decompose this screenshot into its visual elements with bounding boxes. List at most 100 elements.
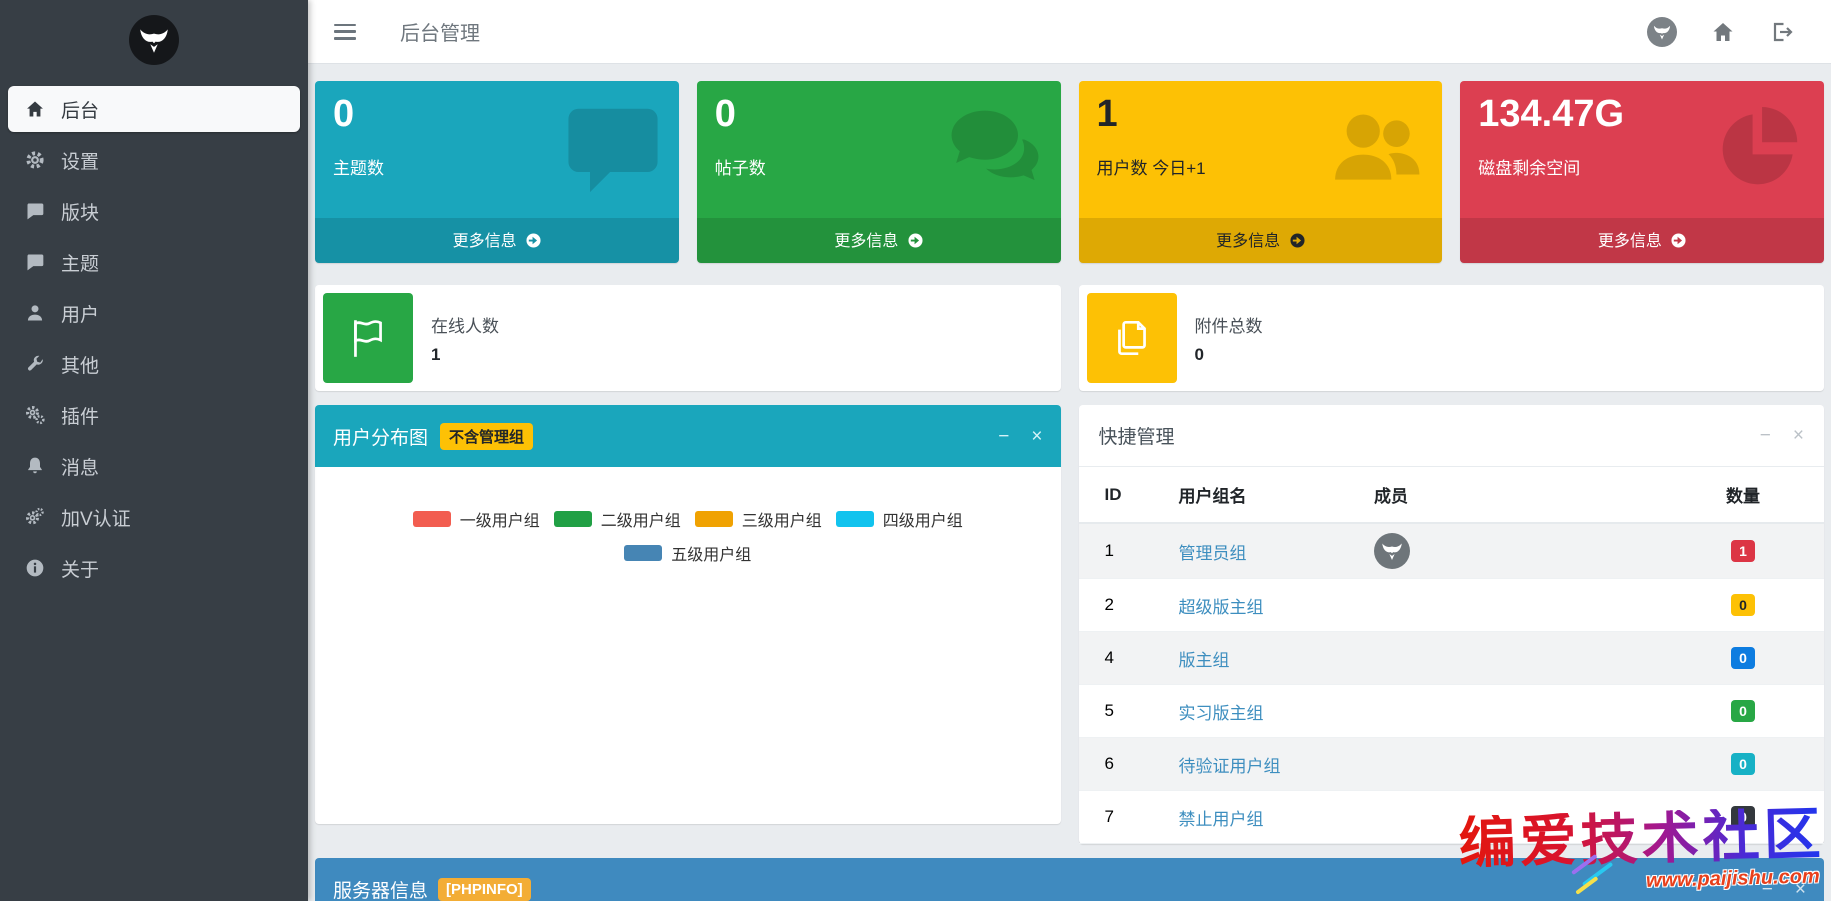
chart-legend-row: 一级用户组 二级用户组 三级用户组 四级用户组	[315, 507, 1061, 531]
minimize-icon[interactable]: −	[998, 427, 1009, 446]
gears-icon	[22, 506, 48, 528]
close-icon[interactable]: ×	[1793, 426, 1804, 445]
legend-item[interactable]: 一级用户组	[412, 507, 540, 531]
legend-item[interactable]: 二级用户组	[553, 507, 681, 531]
user-groups-table: ID 用户组名 成员 数量 1 管理员组 1 2 超级版主组 0 4 版主组 0…	[1078, 467, 1824, 844]
close-icon[interactable]: ×	[1031, 427, 1042, 446]
wrench-icon	[22, 353, 48, 375]
sidebar-item-settings[interactable]: 设置	[8, 137, 300, 183]
sidebar-item-topics[interactable]: 主题	[8, 239, 300, 285]
table-row: 2 超级版主组 0	[1078, 578, 1824, 632]
sign-out-icon[interactable]	[1769, 20, 1793, 44]
sidebar-item-users[interactable]: 用户	[8, 290, 300, 336]
info-box-row: 在线人数 1 附件总数 0	[315, 285, 1824, 391]
column-header-id: ID	[1078, 467, 1169, 524]
pie-chart-area: 一级用户组 二级用户组 三级用户组 四级用户组 五级用户组	[315, 467, 1061, 565]
users-icon	[1330, 103, 1422, 200]
home-icon[interactable]	[1711, 20, 1735, 44]
sidebar-item-label: 关于	[61, 559, 100, 581]
arrow-circle-icon	[1671, 233, 1686, 253]
stat-box-posts: 0 帖子数 更多信息	[696, 81, 1061, 263]
sidebar-item-other[interactable]: 其他	[8, 341, 300, 387]
group-link[interactable]: 版主组	[1179, 651, 1230, 670]
sidebar-item-dashboard[interactable]: 后台	[8, 86, 300, 132]
minimize-icon[interactable]: −	[1762, 880, 1773, 899]
panel-tools: − ×	[998, 427, 1042, 446]
column-header-count: 数量	[1694, 467, 1824, 524]
server-info-panel: 服务器信息 [PHPINFO] − ×	[315, 858, 1824, 901]
more-info-link[interactable]: 更多信息	[696, 218, 1061, 263]
more-info-link[interactable]: 更多信息	[1460, 218, 1824, 263]
sidebar-item-label: 其他	[61, 355, 100, 377]
legend-swatch	[412, 511, 451, 527]
panel-title: 用户分布图	[333, 427, 429, 449]
copy-icon	[1086, 293, 1177, 383]
count-badge: 0	[1731, 594, 1755, 616]
stat-box-topics: 0 主题数 更多信息	[315, 81, 679, 263]
navbar-actions	[1647, 16, 1805, 47]
admin-dashboard: 后台 设置 版块 主题 用户 其他 插件 消息 加V认证 关于 后台管理 0 主…	[0, 0, 1831, 901]
quick-manage-panel: 快捷管理 − × ID 用户组名 成员 数量 1 管理员组 1 2 超级版主组 …	[1078, 405, 1824, 844]
sidebar-toggle-icon[interactable]	[334, 23, 356, 40]
info-label: 在线人数	[431, 316, 499, 336]
content-area: 0 主题数 更多信息 0 帖子数 更多信息 1 用户数 今日+1 更多信息 13…	[308, 64, 1831, 901]
legend-item[interactable]: 五级用户组	[624, 541, 751, 565]
panel-title: 服务器信息	[333, 880, 429, 901]
minimize-icon[interactable]: −	[1760, 426, 1771, 445]
member-avatar	[1374, 533, 1410, 569]
group-link[interactable]: 超级版主组	[1179, 598, 1264, 617]
legend-item[interactable]: 三级用户组	[694, 507, 822, 531]
info-circle-icon	[22, 557, 48, 579]
info-value: 1	[431, 344, 441, 364]
sidebar-item-messages[interactable]: 消息	[8, 443, 300, 489]
sidebar-brand[interactable]	[0, 0, 308, 80]
column-header-groupname: 用户组名	[1168, 467, 1364, 524]
count-badge: 0	[1731, 700, 1755, 722]
brand-logo-icon	[129, 15, 179, 65]
gears-icon	[22, 404, 48, 426]
phpinfo-badge[interactable]: [PHPINFO]	[438, 877, 531, 901]
bell-icon	[22, 455, 48, 477]
arrow-circle-icon	[526, 233, 541, 253]
table-row: 1 管理员组 1	[1078, 523, 1824, 579]
legend-swatch	[835, 511, 874, 527]
stat-box-disk: 134.47G 磁盘剩余空间 更多信息	[1460, 81, 1824, 263]
legend-swatch	[624, 545, 663, 561]
comment-icon	[22, 200, 48, 222]
pie-chart-icon	[1712, 103, 1804, 200]
sidebar-item-forums[interactable]: 版块	[8, 188, 300, 234]
home-icon	[22, 98, 48, 120]
sidebar-item-label: 设置	[61, 151, 100, 173]
group-link[interactable]: 实习版主组	[1179, 704, 1264, 723]
table-row: 5 实习版主组 0	[1078, 684, 1824, 738]
sidebar-item-about[interactable]: 关于	[8, 545, 300, 591]
legend-swatch	[694, 511, 733, 527]
sidebar-item-label: 消息	[61, 457, 100, 479]
group-link[interactable]: 管理员组	[1179, 544, 1247, 563]
panel-header: 用户分布图 不含管理组 − ×	[315, 405, 1061, 467]
sidebar-item-verification[interactable]: 加V认证	[8, 494, 300, 540]
panel-title: 快捷管理	[1098, 427, 1175, 448]
group-link[interactable]: 待验证用户组	[1179, 757, 1281, 776]
panel-badge: 不含管理组	[440, 422, 534, 450]
sidebar-item-label: 加V认证	[61, 508, 131, 530]
sidebar-item-plugins[interactable]: 插件	[8, 392, 300, 438]
close-icon[interactable]: ×	[1795, 880, 1806, 899]
sidebar-item-label: 插件	[61, 406, 100, 428]
count-badge: 0	[1731, 753, 1755, 775]
sidebar-item-label: 后台	[61, 100, 100, 122]
info-box-attachments: 附件总数 0	[1078, 285, 1824, 391]
main-area: 后台管理 0 主题数 更多信息 0 帖子数 更多信息 1 用户数 今日+1 更多…	[308, 0, 1831, 901]
more-info-link[interactable]: 更多信息	[315, 218, 679, 263]
panel-tools: − ×	[1760, 426, 1804, 445]
more-info-link[interactable]: 更多信息	[1078, 218, 1443, 263]
group-link[interactable]: 禁止用户组	[1179, 810, 1264, 829]
legend-item[interactable]: 四级用户组	[835, 507, 963, 531]
column-header-members: 成员	[1364, 467, 1694, 524]
flag-icon	[323, 293, 413, 383]
top-navbar: 后台管理	[308, 0, 1831, 64]
brand-avatar-icon[interactable]	[1647, 16, 1677, 47]
panel-tools: − ×	[1762, 880, 1806, 899]
info-value: 0	[1194, 344, 1204, 364]
arrow-circle-icon	[908, 233, 923, 253]
